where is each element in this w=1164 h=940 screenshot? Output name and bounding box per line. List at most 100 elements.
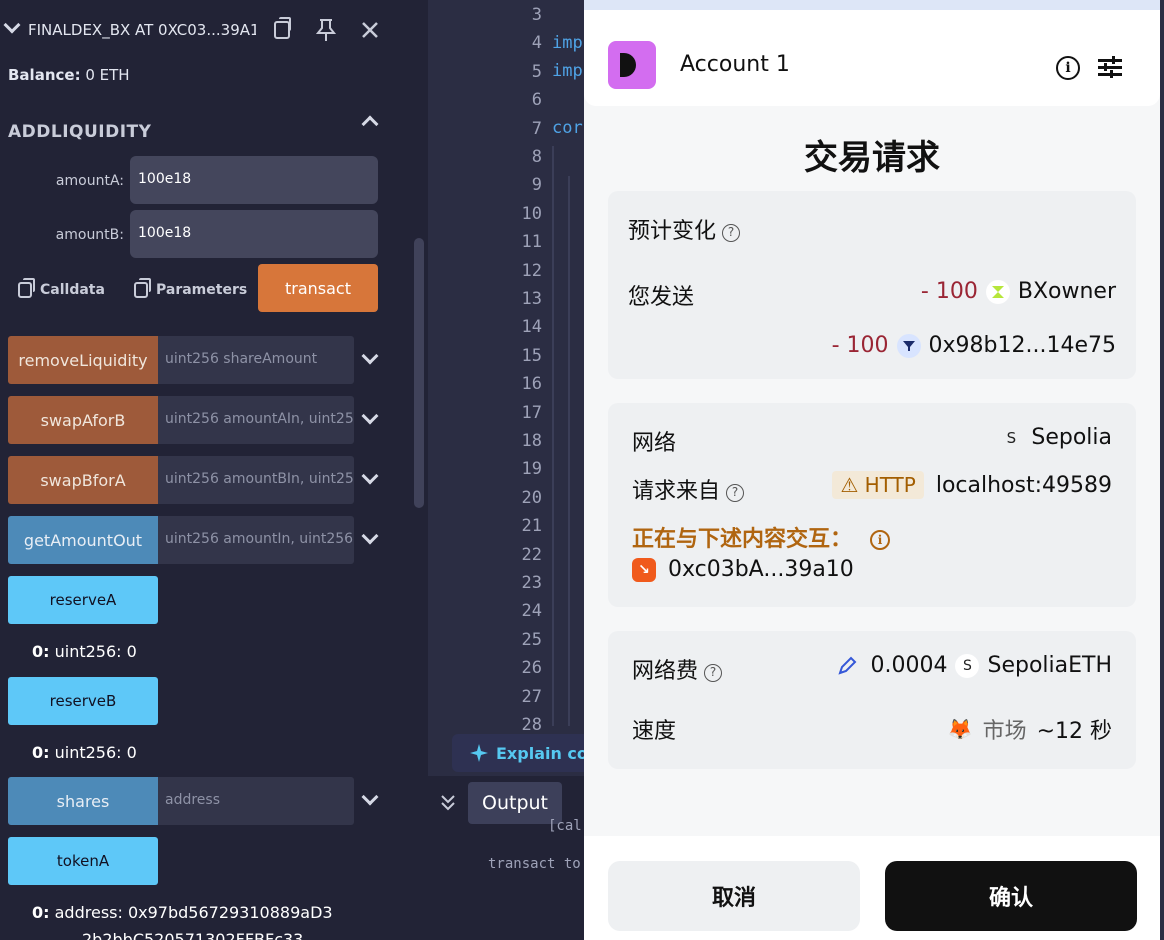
- network-value: S Sepolia: [999, 425, 1112, 450]
- request-from-text: 请求来自: [632, 479, 721, 504]
- balance-value: 0 ETH: [85, 66, 130, 84]
- settings-sliders-icon[interactable]: [1098, 56, 1122, 80]
- edit-pencil-icon[interactable]: [837, 656, 857, 676]
- swapAforB-input[interactable]: uint256 amountAIn, uint256: [158, 396, 354, 444]
- getAmountOut-button[interactable]: getAmountOut: [8, 516, 158, 564]
- result-value: uint256: 0: [54, 743, 137, 762]
- close-icon[interactable]: [358, 18, 382, 42]
- speed-market: 市场: [982, 719, 1027, 744]
- removeLiquidity-input[interactable]: uint256 shareAmount: [158, 336, 354, 384]
- chevron-up-icon[interactable]: [361, 115, 379, 133]
- terminal-line: transact to: [488, 856, 581, 872]
- parameters-button[interactable]: Parameters: [134, 276, 247, 304]
- help-icon[interactable]: ?: [726, 484, 745, 502]
- line-number: 20: [521, 487, 542, 508]
- account-name[interactable]: Account 1: [680, 52, 790, 77]
- fee-text: 网络费: [632, 659, 699, 684]
- code-line-5: imp: [552, 61, 583, 81]
- chevron-down-icon[interactable]: [361, 467, 379, 485]
- help-icon[interactable]: ?: [722, 224, 741, 242]
- terminal-line: [cal: [548, 818, 582, 834]
- swapBforA-input[interactable]: uint256 amountBIn, uint256: [158, 456, 354, 504]
- popup-top-bar: [584, 0, 1164, 10]
- tokenA-result-cont: 2b2bbC520571302FFBFc33: [82, 930, 304, 940]
- reserveA-button[interactable]: reserveA: [8, 576, 158, 624]
- chevron-down-icon[interactable]: [361, 347, 379, 365]
- function-row-shares: shares address: [8, 777, 354, 825]
- you-send-label: 您发送: [628, 285, 695, 310]
- contract-icon: ↘: [632, 557, 656, 582]
- send-amount: - 100: [920, 279, 978, 304]
- request-from-label: 请求来自?: [632, 473, 745, 505]
- contract-address: 0xc03bA...39a10: [668, 557, 854, 582]
- info-icon[interactable]: i: [1056, 56, 1080, 80]
- line-number: 3: [531, 5, 542, 25]
- result-value: address: 0x97bd56729310889aD3: [54, 903, 333, 922]
- line-number: 10: [521, 203, 542, 224]
- line-number: 24: [521, 601, 542, 622]
- token-icon: [896, 333, 921, 358]
- amountA-input[interactable]: 100e18: [130, 156, 378, 204]
- collapse-terminal-icon[interactable]: [440, 794, 456, 812]
- function-row-reserveB: reserveB: [8, 677, 158, 725]
- line-number: 26: [521, 658, 542, 679]
- param-label-amountB: amountB:: [55, 227, 124, 243]
- chevron-down-icon[interactable]: [361, 788, 379, 806]
- estimated-changes-card: 预计变化? 您发送 - 100 BXowner - 100 0x98b12...…: [608, 191, 1136, 379]
- line-number: 23: [521, 573, 542, 593]
- transact-button[interactable]: transact: [258, 264, 378, 312]
- shares-button[interactable]: shares: [8, 777, 158, 825]
- contract-header[interactable]: FINALDEX_BX AT 0XC03...39A10: [0, 14, 392, 46]
- fee-token: SepoliaETH: [987, 653, 1112, 678]
- function-row-getAmountOut: getAmountOut uint256 amountIn, uint256 r: [8, 516, 354, 564]
- line-number: 27: [521, 686, 542, 707]
- line-number: 28: [521, 715, 542, 735]
- speed-value[interactable]: 🦊 市场 ~12 秒: [948, 713, 1112, 745]
- network-name: Sepolia: [1031, 425, 1112, 450]
- account-avatar[interactable]: [608, 41, 656, 89]
- http-badge-text: HTTP: [864, 473, 916, 497]
- amountB-input[interactable]: 100e18: [130, 210, 378, 258]
- line-number: 12: [521, 260, 542, 281]
- panel-scrollbar[interactable]: [414, 238, 424, 508]
- chevron-down-icon[interactable]: [3, 16, 21, 34]
- line-number: 14: [521, 317, 542, 338]
- send-item: - 100 0x98b12...14e75: [832, 333, 1116, 358]
- confirm-button[interactable]: 确认: [885, 861, 1137, 931]
- swapAforB-button[interactable]: swapAforB: [8, 396, 158, 444]
- send-token[interactable]: BXowner: [1018, 279, 1116, 304]
- explain-label: Explain co: [496, 743, 588, 763]
- chevron-down-icon[interactable]: [361, 527, 379, 545]
- getAmountOut-input[interactable]: uint256 amountIn, uint256 r: [158, 516, 354, 564]
- deployed-contract-panel: FINALDEX_BX AT 0XC03...39A10 Balance: 0 …: [0, 0, 428, 940]
- code-editor[interactable]: 3 4 5 6 7 8 9 10 11 12 13 14 15 16 17 18 19 20 21 22 23 24 25 2…: [428, 0, 592, 940]
- interacting-text: 正在与下述内容交互：: [632, 527, 853, 552]
- line-number: 4: [531, 33, 542, 54]
- send-token[interactable]: 0x98b12...14e75: [929, 333, 1116, 358]
- popup-edge: [1160, 0, 1164, 940]
- reserveB-result: 0: uint256: 0: [32, 743, 137, 762]
- wallet-popup: Account 1 i 交易请求 预计变化? 您发送 - 100 BXowner…: [584, 0, 1164, 940]
- contract-title: FINALDEX_BX AT 0XC03...39A10: [28, 21, 256, 39]
- indent-guide: [568, 176, 570, 726]
- tokenA-button[interactable]: tokenA: [8, 837, 158, 885]
- speed-time: ~12 秒: [1036, 719, 1112, 744]
- send-amount: - 100: [831, 333, 889, 358]
- shares-input[interactable]: address: [158, 777, 354, 825]
- fox-icon: 🦊: [947, 717, 973, 741]
- chevron-down-icon[interactable]: [361, 407, 379, 425]
- pin-icon[interactable]: [314, 18, 338, 42]
- help-icon[interactable]: ?: [704, 664, 723, 682]
- calldata-button[interactable]: Calldata: [18, 276, 105, 304]
- copy-icon: [134, 278, 151, 298]
- copy-icon[interactable]: [270, 17, 294, 42]
- cancel-button[interactable]: 取消: [608, 861, 860, 931]
- http-warning-badge[interactable]: ⚠ HTTP: [832, 471, 924, 499]
- swapBforA-button[interactable]: swapBforA: [8, 456, 158, 504]
- info-icon[interactable]: i: [870, 530, 891, 550]
- contract-address-row[interactable]: ↘ 0xc03bA...39a10: [632, 557, 854, 582]
- explain-contract-button[interactable]: Explain co: [452, 734, 592, 772]
- removeLiquidity-button[interactable]: removeLiquidity: [8, 336, 158, 384]
- reserveB-button[interactable]: reserveB: [8, 677, 158, 725]
- function-row-removeLiquidity: removeLiquidity uint256 shareAmount: [8, 336, 354, 384]
